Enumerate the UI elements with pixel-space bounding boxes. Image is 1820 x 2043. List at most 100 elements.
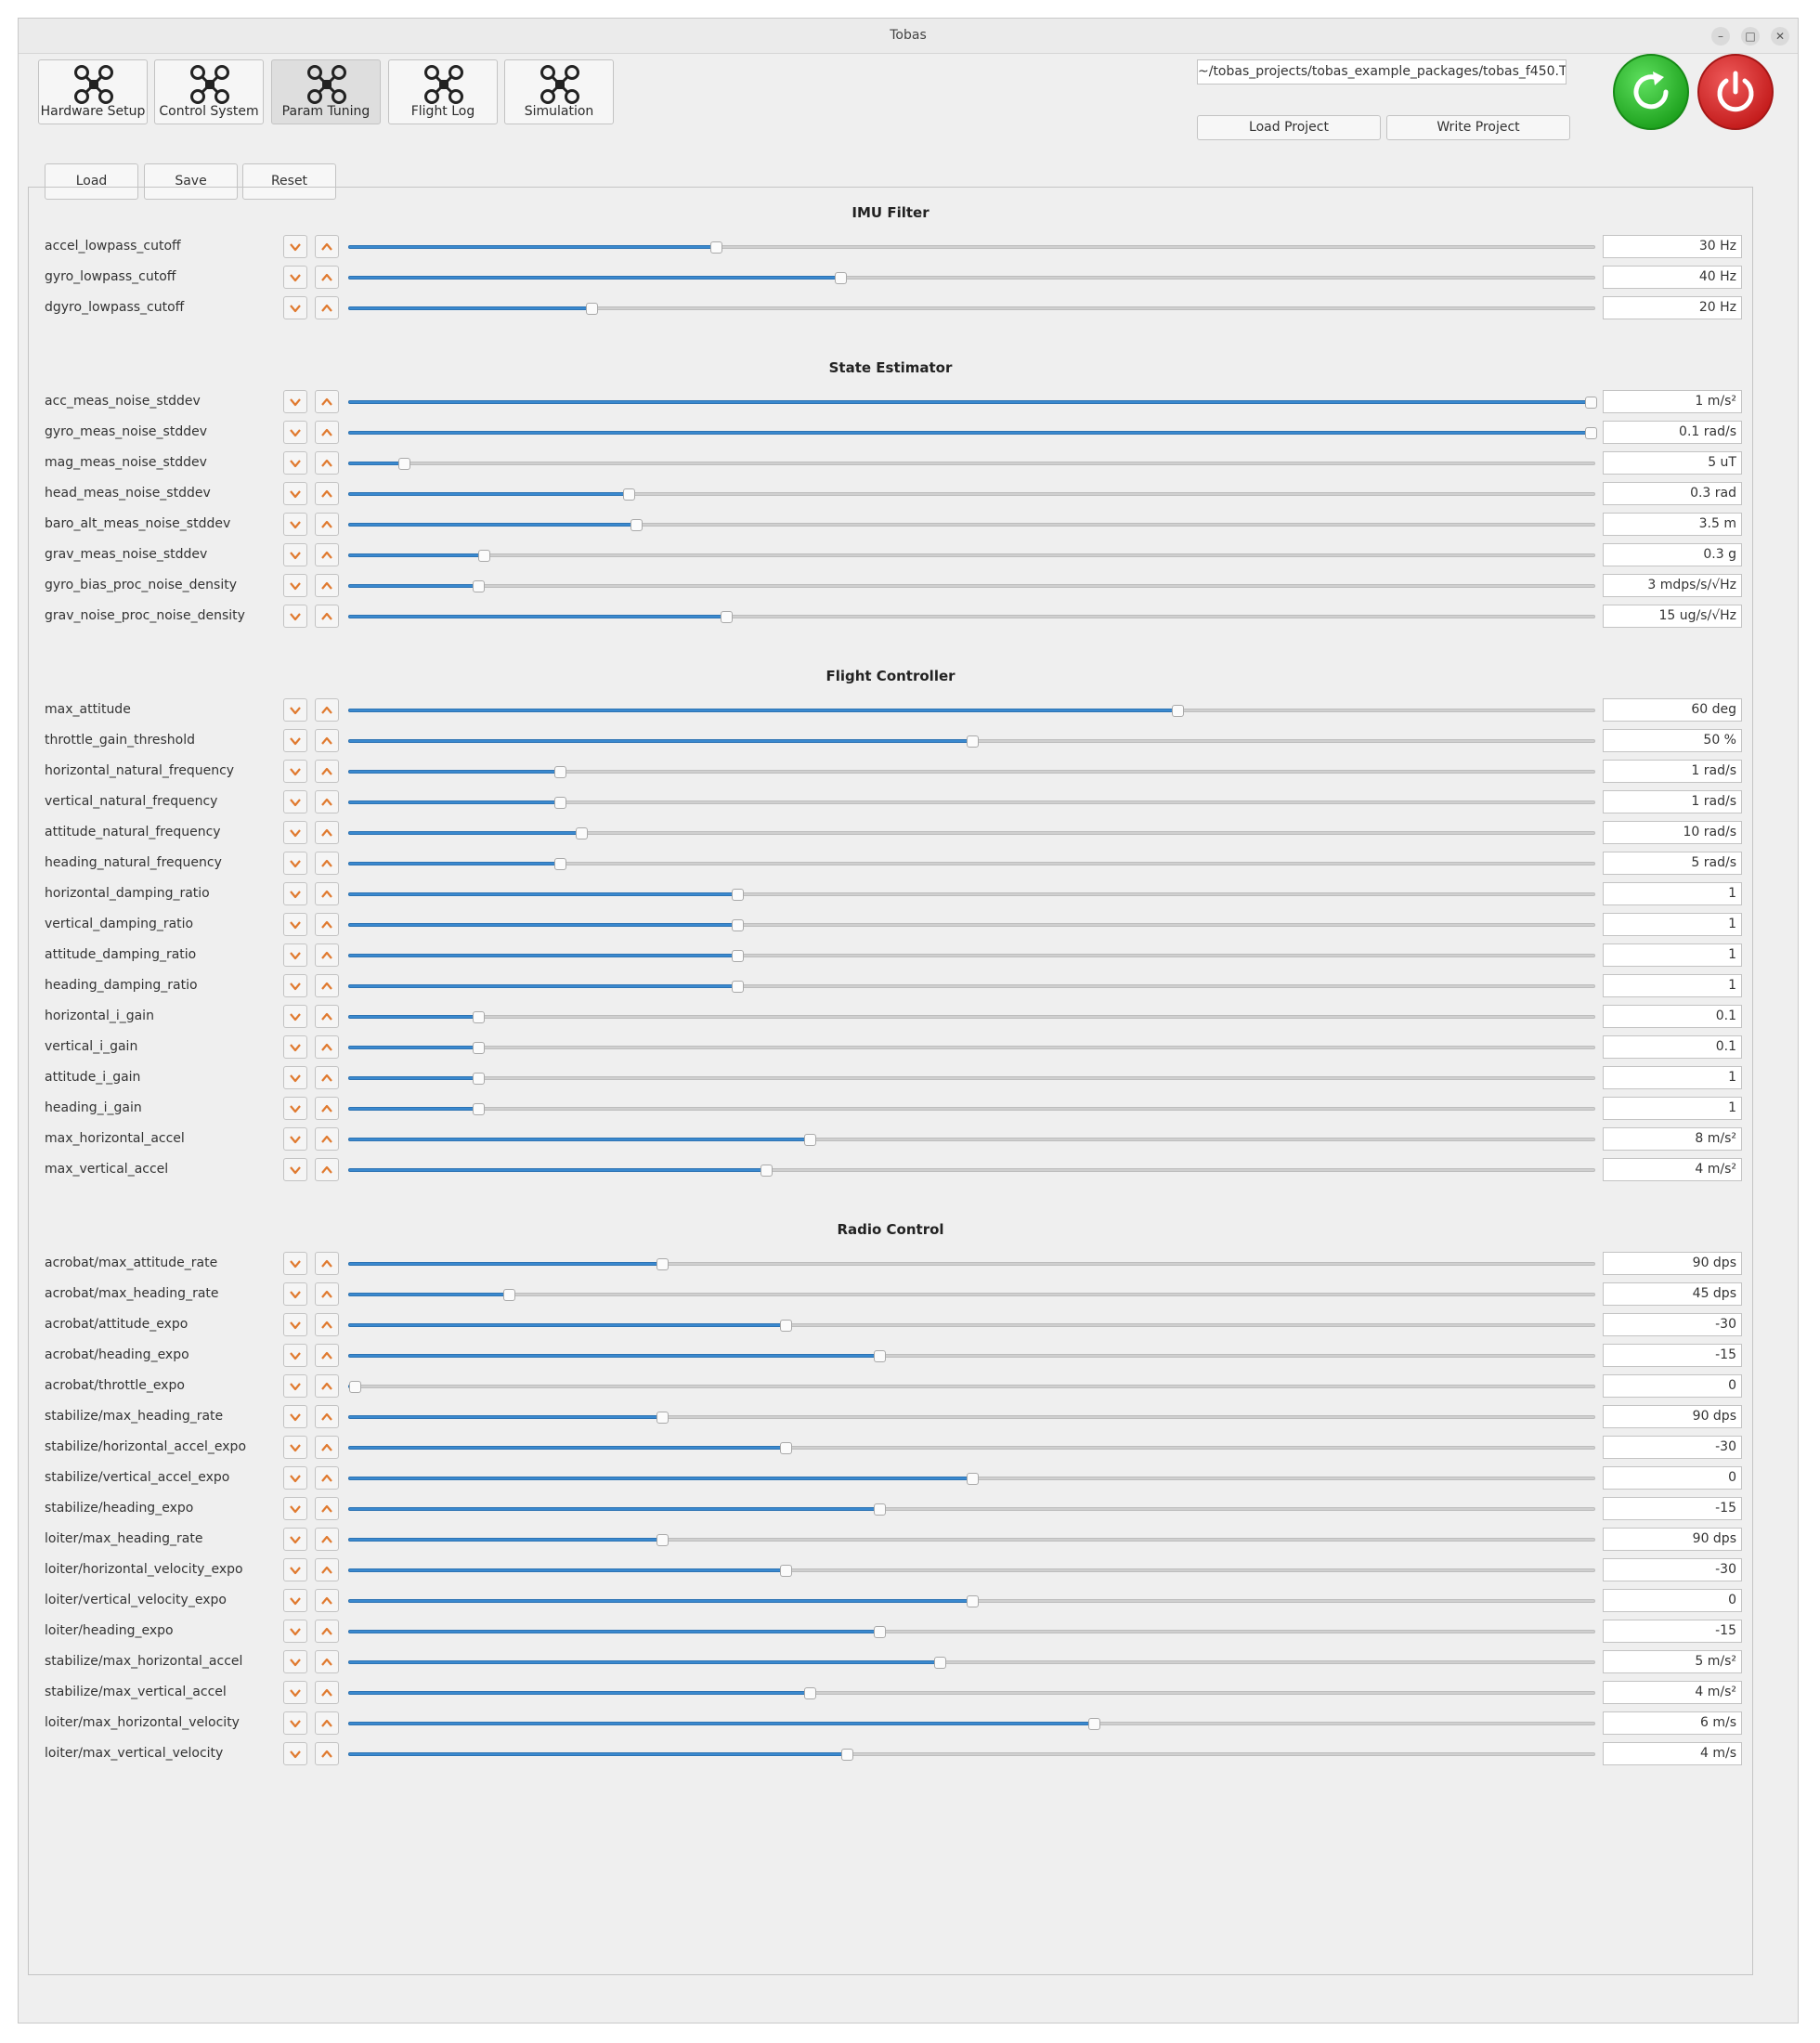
param-slider[interactable] (348, 1463, 1595, 1493)
increase-button[interactable] (315, 1005, 339, 1028)
increase-button[interactable] (315, 421, 339, 444)
slider-handle[interactable] (478, 550, 491, 562)
minimize-button[interactable]: – (1711, 27, 1730, 46)
increase-button[interactable] (315, 266, 339, 289)
param-slider[interactable] (348, 1493, 1595, 1524)
increase-button[interactable] (315, 1528, 339, 1551)
increase-button[interactable] (315, 852, 339, 875)
decrease-button[interactable] (283, 543, 307, 566)
param-value-field[interactable]: 0.1 rad/s (1603, 421, 1742, 444)
slider-handle[interactable] (780, 1442, 793, 1454)
decrease-button[interactable] (283, 974, 307, 997)
increase-button[interactable] (315, 1035, 339, 1059)
param-slider[interactable] (348, 1738, 1595, 1769)
decrease-button[interactable] (283, 266, 307, 289)
slider-handle[interactable] (732, 889, 745, 901)
increase-button[interactable] (315, 1466, 339, 1490)
param-slider[interactable] (348, 293, 1595, 323)
shutdown-button[interactable] (1696, 53, 1774, 131)
slider-handle[interactable] (1584, 397, 1597, 409)
increase-button[interactable] (315, 451, 339, 475)
increase-button[interactable] (315, 1650, 339, 1673)
decrease-button[interactable] (283, 913, 307, 936)
param-slider[interactable] (348, 386, 1597, 417)
param-value-field[interactable]: 4 m/s² (1603, 1158, 1742, 1181)
slider-handle[interactable] (1172, 705, 1185, 717)
param-value-field[interactable]: 4 m/s (1603, 1742, 1742, 1765)
param-slider[interactable] (348, 1677, 1595, 1708)
decrease-button[interactable] (283, 513, 307, 536)
slider-handle[interactable] (841, 1749, 854, 1761)
decrease-button[interactable] (283, 1313, 307, 1336)
project-path-field[interactable]: ~/tobas_projects/tobas_example_packages/… (1197, 59, 1566, 85)
param-slider[interactable] (348, 725, 1595, 756)
param-value-field[interactable]: 30 Hz (1603, 235, 1742, 258)
param-value-field[interactable]: 10 rad/s (1603, 821, 1742, 844)
param-value-field[interactable]: 0 (1603, 1589, 1742, 1612)
param-value-field[interactable]: 90 dps (1603, 1252, 1742, 1275)
slider-handle[interactable] (874, 1626, 887, 1638)
decrease-button[interactable] (283, 1066, 307, 1089)
param-value-field[interactable]: -30 (1603, 1436, 1742, 1459)
param-value-field[interactable]: 0.1 (1603, 1035, 1742, 1059)
param-slider[interactable] (348, 509, 1595, 540)
decrease-button[interactable] (283, 574, 307, 597)
decrease-button[interactable] (283, 1620, 307, 1643)
param-value-field[interactable]: 0 (1603, 1374, 1742, 1398)
decrease-button[interactable] (283, 1711, 307, 1735)
increase-button[interactable] (315, 1558, 339, 1581)
decrease-button[interactable] (283, 729, 307, 752)
decrease-button[interactable] (283, 1466, 307, 1490)
decrease-button[interactable] (283, 1252, 307, 1275)
slider-handle[interactable] (472, 1073, 485, 1085)
param-value-field[interactable]: 5 m/s² (1603, 1650, 1742, 1673)
slider-handle[interactable] (720, 611, 733, 623)
decrease-button[interactable] (283, 1436, 307, 1459)
param-value-field[interactable]: 5 rad/s (1603, 852, 1742, 875)
increase-button[interactable] (315, 482, 339, 505)
slider-handle[interactable] (576, 827, 589, 839)
slider-handle[interactable] (554, 797, 567, 809)
tab-flight-log[interactable]: Flight Log (388, 59, 498, 124)
decrease-button[interactable] (283, 605, 307, 628)
decrease-button[interactable] (283, 1374, 307, 1398)
slider-handle[interactable] (398, 458, 411, 470)
decrease-button[interactable] (283, 1528, 307, 1551)
param-value-field[interactable]: 0 (1603, 1466, 1742, 1490)
decrease-button[interactable] (283, 943, 307, 967)
param-slider[interactable] (348, 817, 1595, 848)
slider-handle[interactable] (656, 1412, 670, 1424)
increase-button[interactable] (315, 1158, 339, 1181)
param-value-field[interactable]: 1 (1603, 913, 1742, 936)
param-slider[interactable] (348, 1032, 1595, 1062)
slider-handle[interactable] (1584, 427, 1597, 439)
increase-button[interactable] (315, 1620, 339, 1643)
decrease-button[interactable] (283, 482, 307, 505)
param-slider[interactable] (348, 756, 1595, 787)
param-slider[interactable] (348, 1555, 1595, 1585)
param-slider[interactable] (348, 262, 1595, 293)
decrease-button[interactable] (283, 1005, 307, 1028)
param-slider[interactable] (348, 1371, 1595, 1401)
param-slider[interactable] (348, 417, 1597, 448)
param-value-field[interactable]: 5 uT (1603, 451, 1742, 475)
increase-button[interactable] (315, 574, 339, 597)
param-value-field[interactable]: 15 ug/s/√Hz (1603, 605, 1742, 628)
param-value-field[interactable]: 1 (1603, 1066, 1742, 1089)
decrease-button[interactable] (283, 235, 307, 258)
slider-handle[interactable] (966, 1595, 979, 1607)
increase-button[interactable] (315, 1066, 339, 1089)
param-slider[interactable] (348, 848, 1595, 878)
param-slider[interactable] (348, 1432, 1595, 1463)
param-slider[interactable] (348, 478, 1595, 509)
param-value-field[interactable]: -15 (1603, 1344, 1742, 1367)
param-slider[interactable] (348, 1585, 1595, 1616)
increase-button[interactable] (315, 1589, 339, 1612)
decrease-button[interactable] (283, 1681, 307, 1704)
restart-button[interactable] (1612, 53, 1690, 131)
decrease-button[interactable] (283, 390, 307, 413)
param-value-field[interactable]: 60 deg (1603, 698, 1742, 722)
tab-control-system[interactable]: Control System (154, 59, 264, 124)
increase-button[interactable] (315, 605, 339, 628)
param-value-field[interactable]: 45 dps (1603, 1282, 1742, 1306)
